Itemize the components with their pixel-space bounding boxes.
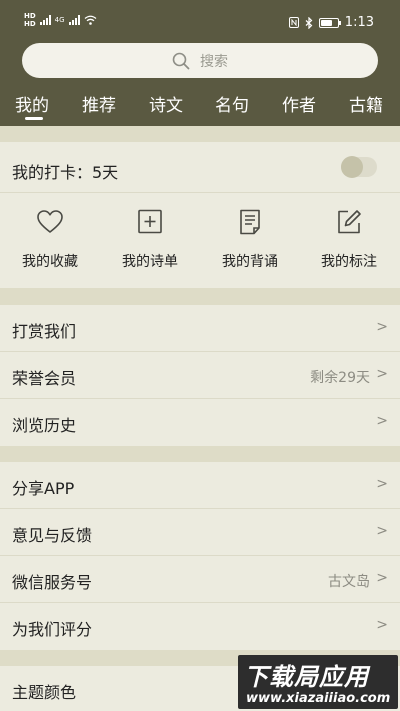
tab-bar: 我的 推荐 诗文 名句 作者 古籍 [0,91,400,120]
settings-group-2: 分享APP > 意见与反馈 > 微信服务号 古文岛 > 为我们评分 > [0,462,400,650]
tab-recommend[interactable]: 推荐 [82,91,116,116]
clock: 1:13 [344,15,374,30]
battery-icon [318,17,341,28]
row-rate-us[interactable]: 为我们评分 > [0,603,400,650]
toggle-knob [341,156,363,178]
wechat-account-name: 古文岛 [328,574,370,590]
search-input[interactable]: 搜索 [22,43,378,78]
signal-icon [39,15,51,25]
watermark-title: 下载局应用 [244,663,369,691]
row-feedback[interactable]: 意见与反馈 > [0,509,400,556]
row-honor-member[interactable]: 荣誉会员 剩余29天 > [0,352,400,399]
shortcut-label: 我的诗单 [122,254,178,270]
wifi-icon [84,15,96,25]
watermark-logo: 下载局应用 www.xiazaiiiao.com [238,655,398,709]
row-label: 打赏我们 [12,322,77,341]
tab-poems[interactable]: 诗文 [149,91,183,116]
tab-mine[interactable]: 我的 [15,91,49,116]
row-share-app[interactable]: 分享APP > [0,462,400,509]
status-left: HD HD 4G [24,12,97,28]
tab-authors[interactable]: 作者 [282,91,316,116]
shortcut-label: 我的背诵 [222,254,278,270]
shortcut-annotations[interactable]: 我的标注 [309,208,389,271]
shortcut-label: 我的收藏 [22,254,78,270]
section-divider [0,446,400,462]
settings-group-1: 打赏我们 > 荣誉会员 剩余29天 > 浏览历史 > [0,305,400,446]
network-type: 4G [54,16,65,24]
plus-square-icon [138,209,162,234]
shortcut-poem-list[interactable]: 我的诗单 [110,208,190,271]
section-divider [0,126,400,142]
chevron-right-icon: > [376,319,388,335]
chevron-right-icon: > [376,523,388,539]
edit-icon [338,210,361,234]
row-label: 意见与反馈 [12,526,93,545]
document-icon [240,209,260,235]
row-label: 荣誉会员 [12,369,77,388]
search-icon [172,52,190,69]
chevron-right-icon: > [376,570,388,586]
section-divider [0,288,400,305]
signal-icon-2 [68,15,80,25]
row-label: 浏览历史 [12,416,77,435]
heart-icon [37,210,63,233]
chevron-right-icon: > [376,476,388,492]
row-wechat-account[interactable]: 微信服务号 古文岛 > [0,556,400,603]
checkin-section: 我的打卡：5天 我的收藏 我的诗单 我的背诵 我的标注 [0,142,400,288]
chevron-right-icon: > [376,413,388,429]
hd-indicator: HD HD [24,12,36,28]
membership-remaining: 剩余29天 [310,370,370,386]
tab-classics[interactable]: 古籍 [349,91,383,116]
status-bar: HD HD 4G 1:13 [0,0,400,44]
active-tab-indicator [25,117,43,120]
status-right: 1:13 [288,15,374,30]
checkin-row: 我的打卡：5天 [0,142,400,193]
search-placeholder: 搜索 [200,53,228,70]
shortcut-label: 我的标注 [321,254,377,270]
row-history[interactable]: 浏览历史 > [0,399,400,446]
shortcut-favorites[interactable]: 我的收藏 [10,208,90,271]
row-label: 主题颜色 [12,683,77,702]
watermark-url: www.xiazaiiiao.com [246,691,391,706]
row-reward-us[interactable]: 打赏我们 > [0,305,400,352]
checkin-toggle[interactable] [341,156,377,178]
chevron-right-icon: > [376,366,388,382]
chevron-right-icon: > [376,617,388,633]
row-label: 分享APP [12,479,75,498]
bluetooth-icon [305,16,313,29]
row-label: 为我们评分 [12,620,93,639]
row-label: 微信服务号 [12,573,93,592]
nfc-icon [288,17,299,28]
tab-quotes[interactable]: 名句 [215,91,249,116]
checkin-label: 我的打卡：5天 [12,163,119,182]
shortcut-recite[interactable]: 我的背诵 [210,208,290,271]
top-header: HD HD 4G 1:13 搜索 我的 推荐 诗文 名句 作者 古籍 [0,0,400,126]
